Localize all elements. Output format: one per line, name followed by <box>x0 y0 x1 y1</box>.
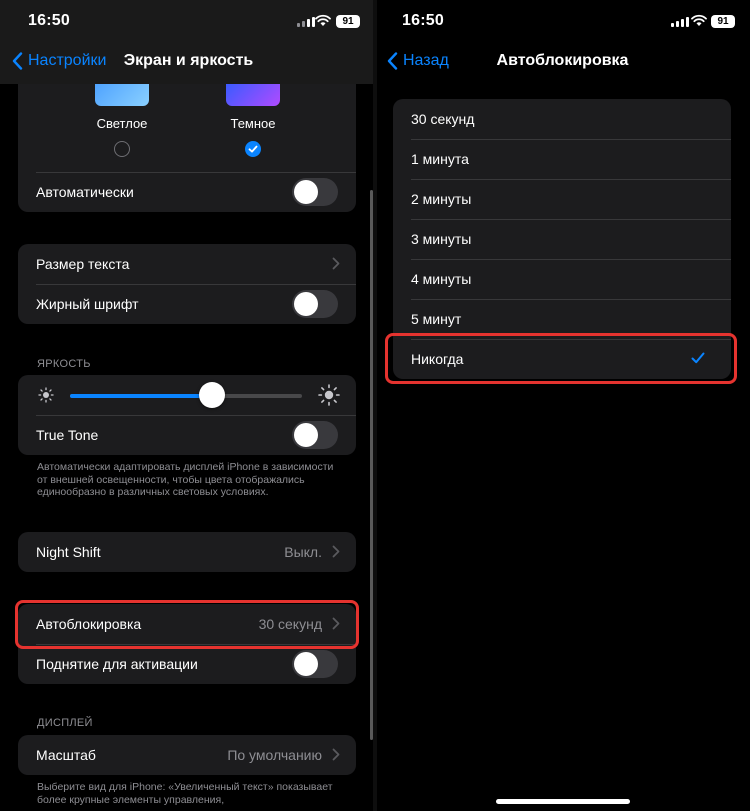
autolock-option[interactable]: 1 минута <box>393 139 731 179</box>
display-zoom-label: Масштаб <box>36 747 96 763</box>
display-group: Масштаб По умолчанию <box>18 735 356 775</box>
status-bar: 16:50 91 <box>0 0 373 44</box>
autolock-option-label: 5 минут <box>411 311 462 327</box>
auto-appearance-toggle[interactable] <box>292 178 338 206</box>
autolock-option-label: 1 минута <box>411 151 469 167</box>
never-option-highlight <box>385 333 737 384</box>
sun-small-icon <box>38 387 54 403</box>
page-title: Экран и яркость <box>0 52 373 70</box>
text-size-row[interactable]: Размер текста <box>18 244 356 284</box>
night-shift-value: Выкл. <box>284 544 322 560</box>
autolock-option[interactable]: 4 минуты <box>393 259 731 299</box>
autolock-screen: 16:50 91 Назад Автоблокировка 30 секунд 1… <box>377 0 750 811</box>
night-shift-group: Night Shift Выкл. <box>18 532 356 572</box>
autolock-highlight <box>15 600 359 649</box>
brightness-slider-fill <box>70 394 212 398</box>
auto-appearance-label: Автоматически <box>36 184 134 200</box>
navigation-bar: Назад Автоблокировка <box>377 44 750 84</box>
sun-large-icon <box>318 384 340 406</box>
battery-level: 91 <box>342 16 354 27</box>
night-shift-row[interactable]: Night Shift Выкл. <box>18 532 356 572</box>
page-title-text: Экран и яркость <box>123 52 254 69</box>
brightness-header: ЯРКОСТЬ <box>37 358 91 370</box>
true-tone-label: True Tone <box>36 427 99 443</box>
display-zoom-footnote: Выберите вид для iPhone: «Увеличенный те… <box>37 781 333 806</box>
autolock-option-label: 3 минуты <box>411 231 472 247</box>
chevron-right-icon <box>332 257 340 270</box>
chevron-right-icon <box>332 545 340 558</box>
auto-appearance-row: Автоматически <box>18 172 356 212</box>
battery-icon: 91 <box>711 15 735 28</box>
navigation-bar: Настройки Экран и яркость <box>0 44 373 84</box>
raise-to-wake-toggle[interactable] <box>292 650 338 678</box>
signal-icon <box>671 17 689 27</box>
dark-appearance-thumbnail[interactable] <box>226 84 280 106</box>
bold-text-toggle[interactable] <box>292 290 338 318</box>
autolock-option[interactable]: 30 секунд <box>393 99 731 139</box>
brightness-slider-knob[interactable] <box>198 382 225 408</box>
bold-text-row: Жирный шрифт <box>18 284 356 324</box>
autolock-option-label: 30 секунд <box>411 111 475 127</box>
wifi-icon <box>691 14 707 26</box>
status-time: 16:50 <box>28 12 70 29</box>
brightness-group: True Tone <box>18 375 356 455</box>
light-appearance-radio[interactable] <box>114 141 130 157</box>
light-appearance-label: Светлое <box>96 116 148 131</box>
text-size-label: Размер текста <box>36 256 130 272</box>
battery-level: 91 <box>717 16 729 27</box>
display-header: ДИСПЛЕЙ <box>37 717 93 729</box>
autolock-option-label: 4 минуты <box>411 271 472 287</box>
autolock-option[interactable]: 2 минуты <box>393 179 731 219</box>
display-brightness-screen: Автоматически Светлое Темное Размер текс… <box>0 0 373 811</box>
dark-appearance-label: Темное <box>230 116 276 131</box>
true-tone-row: True Tone <box>18 415 356 455</box>
battery-icon: 91 <box>336 15 360 28</box>
wifi-icon <box>315 14 331 26</box>
bold-text-label: Жирный шрифт <box>36 296 139 312</box>
display-zoom-row[interactable]: Масштаб По умолчанию <box>18 735 356 775</box>
page-title: Автоблокировка <box>377 52 750 70</box>
display-zoom-value: По умолчанию <box>227 747 322 763</box>
page-title-text: Автоблокировка <box>496 52 629 69</box>
light-appearance-thumbnail[interactable] <box>95 84 149 106</box>
chevron-right-icon <box>332 748 340 761</box>
status-bar: 16:50 91 <box>377 0 750 44</box>
autolock-option-label: 2 минуты <box>411 191 472 207</box>
checkmark-icon <box>248 145 258 153</box>
status-time: 16:50 <box>402 12 444 29</box>
dark-appearance-radio[interactable] <box>245 141 261 157</box>
brightness-slider[interactable] <box>70 394 302 398</box>
raise-to-wake-label: Поднятие для активации <box>36 656 198 672</box>
true-tone-footnote: Автоматически адаптировать дисплей iPhon… <box>37 461 334 498</box>
night-shift-label: Night Shift <box>36 544 101 560</box>
home-indicator[interactable] <box>496 799 630 804</box>
signal-icon <box>297 17 315 27</box>
raise-to-wake-row: Поднятие для активации <box>18 644 356 684</box>
true-tone-toggle[interactable] <box>292 421 338 449</box>
text-group: Размер текста Жирный шрифт <box>18 244 356 324</box>
autolock-option[interactable]: 3 минуты <box>393 219 731 259</box>
